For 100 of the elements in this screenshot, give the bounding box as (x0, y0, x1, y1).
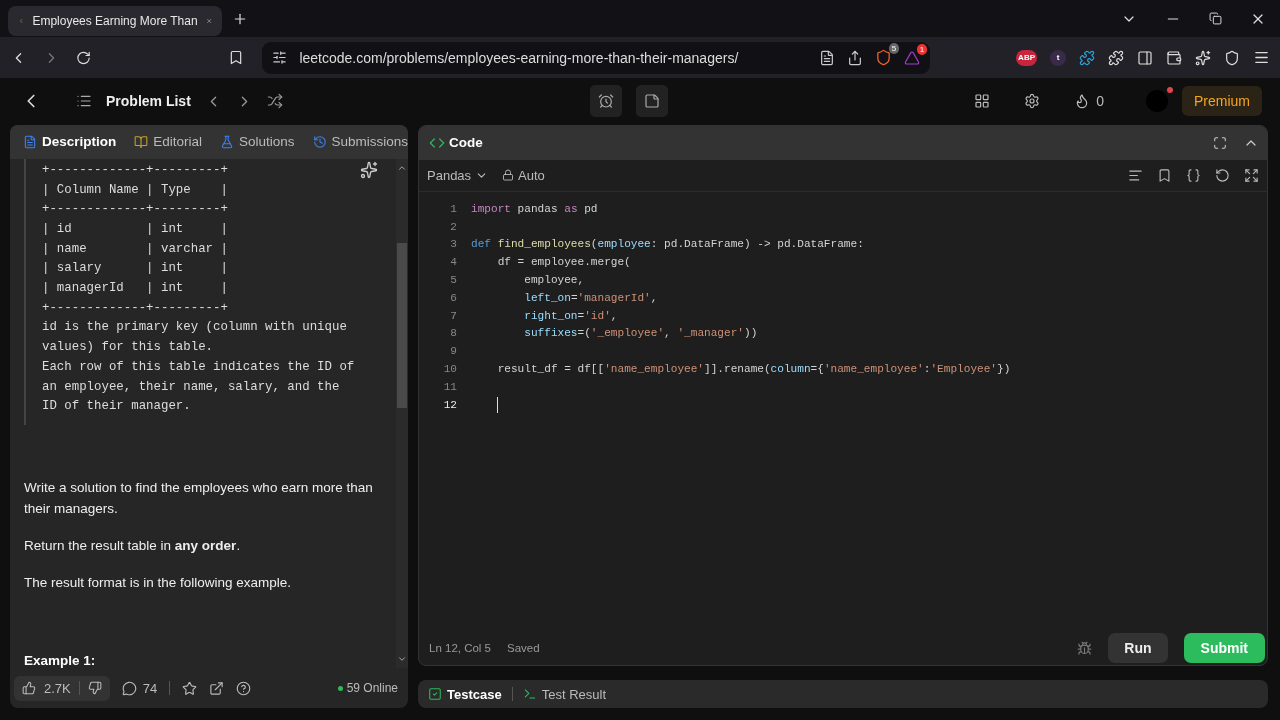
code-line: suffixes=('_employee', '_manager')) (523, 327, 758, 340)
count-badge: 5 (888, 43, 900, 55)
expand-icon[interactable] (1244, 167, 1259, 183)
bookmark-icon[interactable] (1157, 167, 1172, 183)
line-number: 3 (449, 238, 457, 251)
description-text: Return the result table in any order. (24, 537, 242, 555)
text-cursor (497, 396, 498, 413)
premium-button[interactable]: Premium (1182, 86, 1262, 117)
note-button[interactable] (635, 85, 668, 118)
checkbox-icon (428, 687, 442, 701)
braces-icon[interactable] (1186, 167, 1201, 183)
extension-button[interactable]: t (1050, 49, 1066, 66)
shuffle-icon[interactable] (266, 93, 283, 110)
line-number: 1 (449, 202, 457, 215)
lock-icon (502, 169, 515, 182)
code-line: df = employee.merge( (496, 256, 631, 269)
online-dot (337, 685, 343, 691)
line-number: 10 (442, 362, 457, 375)
streak-count: 0 (1096, 93, 1104, 110)
schema-line: +-------------+---------+ (42, 161, 228, 179)
scroll-down-icon[interactable] (397, 654, 407, 664)
external-link-icon[interactable] (209, 680, 225, 696)
panel-tab[interactable]: Editorial (131, 134, 206, 150)
shield-icon[interactable] (1224, 49, 1240, 66)
code-line: import pandas as pd (471, 202, 598, 215)
reset-icon[interactable] (1215, 167, 1230, 183)
restore-icon[interactable] (1209, 12, 1222, 26)
line-number: 6 (449, 291, 457, 304)
language-dropdown[interactable]: Pandas (427, 167, 489, 183)
wallet-icon[interactable] (1166, 49, 1182, 66)
line-number: 12 (442, 398, 457, 411)
example-heading: Example 1: (24, 653, 97, 668)
scrollbar-thumb[interactable] (397, 242, 407, 408)
tab-title: Employees Earning More Than (32, 13, 198, 28)
note-icon (643, 93, 660, 110)
settings-icon[interactable] (1024, 93, 1041, 110)
extension-button[interactable]: ABP (1016, 49, 1037, 66)
schema-line: +-------------+---------+ (42, 201, 228, 219)
online-count: 59 Online (346, 681, 398, 695)
line-number: 2 (449, 220, 457, 233)
format-icon[interactable] (1128, 167, 1143, 183)
flask-icon (220, 134, 235, 149)
code-line: left_on='managerId', (523, 291, 658, 304)
alarm-button[interactable] (589, 85, 622, 118)
star-icon[interactable] (182, 680, 198, 696)
reader-icon[interactable] (819, 49, 836, 66)
cursor-position: Ln 12, Col 5 (429, 642, 491, 654)
panel-tab[interactable]: Submissions (309, 134, 408, 150)
extension-icon[interactable] (1079, 49, 1095, 66)
panel-tab[interactable]: Test Result (522, 686, 606, 702)
save-status: Saved (507, 642, 540, 654)
panel-title: Code (449, 135, 483, 151)
schema-note: Each row of this table indicates the ID of an employee, their name, salary, and the ID of their manager. (42, 358, 356, 416)
panel-tab[interactable]: Solutions (217, 134, 298, 150)
description-text: The result format is in the following example. (24, 574, 293, 592)
schema-line: | id | int | (42, 220, 228, 238)
address-field[interactable]: leetcode.com/problems/employees-earning-more-than-their-managers/ 5 1 (262, 41, 931, 74)
document-icon (23, 134, 37, 149)
share-icon[interactable] (847, 49, 864, 66)
terminal-icon (522, 687, 537, 701)
panel-tab[interactable]: Testcase (428, 686, 502, 702)
shield-icon[interactable] (875, 49, 893, 67)
help-icon[interactable] (236, 680, 252, 696)
alarm-icon (597, 93, 614, 110)
panel-tab[interactable]: Description (20, 134, 120, 150)
browser-tab[interactable]: Employees Earning More Than (8, 5, 222, 36)
line-number: 4 (449, 256, 457, 269)
book-icon (134, 134, 149, 149)
comment-count: 74 (142, 680, 158, 696)
vote-group[interactable]: 2.7K (14, 675, 110, 701)
reload-icon[interactable] (75, 49, 91, 66)
code-line: def find_employees(employee: pd.DataFrame) -> pd.DataFrame: (471, 238, 864, 251)
comment-icon[interactable] (121, 680, 137, 696)
sidebar-icon[interactable] (1137, 49, 1153, 66)
url-text: leetcode.com/problems/employees-earning-more-than-their-managers/ (299, 49, 740, 66)
maximize-icon[interactable] (1213, 135, 1227, 150)
grid-icon[interactable] (974, 93, 991, 110)
run-button[interactable]: Run (1108, 633, 1168, 663)
line-number: 11 (442, 380, 457, 393)
history-icon (312, 134, 327, 149)
schema-note: id is the primary key (column with unique values) for this table. (42, 319, 348, 357)
bug-icon[interactable] (1077, 640, 1093, 656)
problem-list-link[interactable]: Problem List (106, 93, 191, 110)
description-text: Write a solution to find the employees who earn more than their managers. (24, 479, 374, 518)
line-number: 8 (449, 327, 457, 340)
thumbs-up-icon (22, 681, 36, 695)
schema-line: | managerId | int | (42, 280, 228, 298)
code-line: right_on='id', (523, 309, 618, 322)
count-badge: 1 (916, 43, 928, 55)
sparkle-icon[interactable] (1195, 49, 1211, 66)
schema-line: | Column Name | Type | (42, 181, 228, 199)
puzzle-icon[interactable] (1108, 49, 1124, 66)
schema-line: +-------------+---------+ (42, 299, 228, 317)
line-number: 7 (449, 309, 457, 322)
code-line: employee, (523, 273, 585, 286)
triangle-icon[interactable] (904, 49, 921, 66)
schema-line: | salary | int | (42, 260, 228, 278)
schema-line: | name | varchar | (42, 240, 228, 258)
mode-label: Auto (518, 167, 545, 183)
site-settings-icon[interactable] (272, 50, 288, 66)
